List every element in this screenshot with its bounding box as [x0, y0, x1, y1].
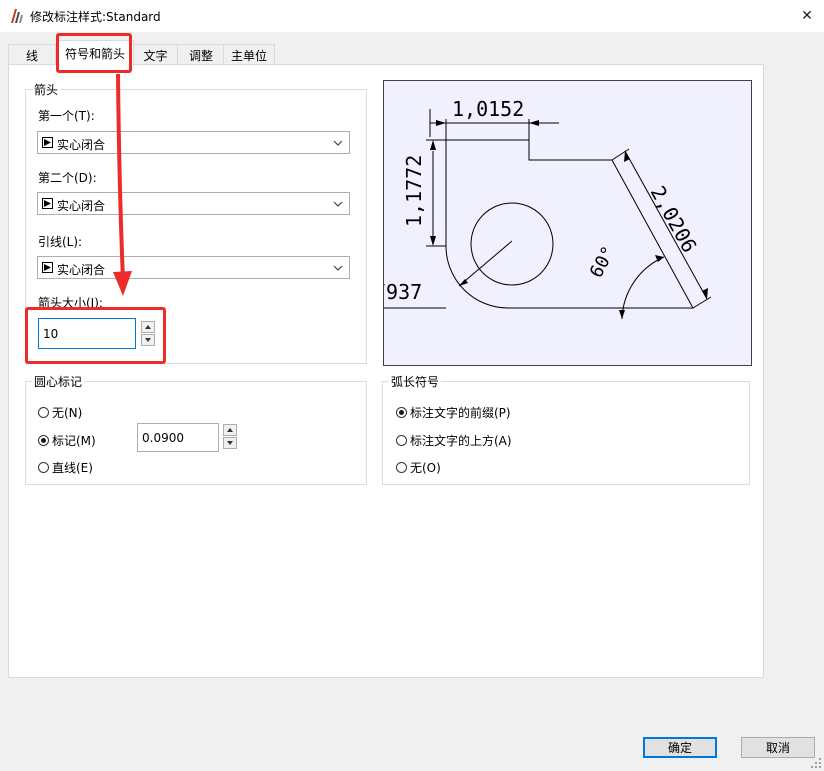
tab-symbols-arrows[interactable]: 符号和箭头	[56, 40, 134, 66]
cancel-button[interactable]: 取消	[741, 737, 815, 758]
center-mark-mark-radio[interactable]: 标记(M)	[38, 432, 96, 449]
first-arrow-select[interactable]: 实心闭合	[37, 131, 350, 154]
radio-indicator	[396, 435, 407, 446]
spin-up-icon	[145, 325, 151, 329]
leader-arrow-value: 实心闭合	[57, 263, 106, 277]
chevron-down-icon	[333, 265, 343, 271]
center-mark-spin-down[interactable]	[223, 437, 237, 449]
tab-label: 线	[25, 48, 38, 63]
leader-arrow-select[interactable]: 实心闭合	[37, 256, 350, 279]
spin-down-icon	[227, 441, 233, 445]
tab-label: 主单位	[230, 48, 267, 63]
close-button[interactable]: ✕	[790, 0, 824, 32]
radio-indicator	[38, 435, 49, 446]
window-title: 修改标注样式:Standard	[30, 10, 161, 24]
dim-radius-text: 7937	[384, 280, 422, 304]
dim-horizontal-text: 1,0152	[452, 97, 524, 121]
arc-none-radio[interactable]: 无(O)	[396, 459, 441, 476]
dim-angle-text: 60°	[586, 243, 620, 282]
tab-label: 调整	[188, 48, 213, 63]
dim-vertical-text: 1,1772	[402, 155, 426, 227]
chevron-down-icon	[333, 201, 343, 207]
tab-lines[interactable]: 线	[8, 44, 56, 65]
center-mark-line-radio[interactable]: 直线(E)	[38, 459, 93, 476]
arrow-size-label: 箭头大小(I):	[38, 296, 103, 310]
radio-indicator	[396, 407, 407, 418]
radio-label: 直线(E)	[52, 461, 93, 475]
radio-label: 无(N)	[52, 406, 83, 420]
radio-label: 标注文字的前缀(P)	[410, 406, 511, 420]
arc-above-radio[interactable]: 标注文字的上方(A)	[396, 432, 512, 449]
group-label: 圆心标记	[32, 373, 85, 390]
first-arrow-value: 实心闭合	[57, 138, 106, 152]
second-arrow-label: 第二个(D):	[38, 171, 97, 185]
group-label: 弧长符号	[389, 373, 442, 390]
button-label: 取消	[765, 741, 790, 755]
filled-arrow-icon	[42, 262, 53, 273]
group-label: 箭头	[32, 81, 61, 98]
radio-indicator	[38, 462, 49, 473]
filled-arrow-icon	[42, 137, 53, 148]
ok-button[interactable]: 确定	[643, 737, 717, 758]
arc-prefix-radio[interactable]: 标注文字的前缀(P)	[396, 404, 511, 421]
close-icon: ✕	[801, 8, 813, 24]
button-label: 确定	[667, 741, 692, 755]
filled-arrow-icon	[42, 198, 53, 209]
radio-label: 标注文字的上方(A)	[410, 434, 512, 448]
preview-drawing: 1,0152 1,1772 2,0206 60° 7937	[384, 97, 712, 320]
resize-grip-icon[interactable]	[810, 757, 822, 769]
tab-text[interactable]: 文字	[132, 44, 179, 65]
dimension-preview: 1,0152 1,1772 2,0206 60° 7937	[383, 80, 752, 366]
second-arrow-select[interactable]: 实心闭合	[37, 192, 350, 215]
arrow-size-input[interactable]	[38, 318, 136, 349]
tab-label: 文字	[143, 48, 168, 63]
spin-down-icon	[145, 338, 151, 342]
center-mark-none-radio[interactable]: 无(N)	[38, 404, 82, 421]
tab-label: 符号和箭头	[64, 47, 125, 61]
spin-up-icon	[227, 428, 233, 432]
app-logo-icon	[11, 9, 23, 23]
arrow-size-spin-up[interactable]	[141, 321, 155, 333]
tab-primary-units[interactable]: 主单位	[223, 44, 275, 65]
chevron-down-icon	[333, 140, 343, 146]
radio-label: 无(O)	[410, 461, 441, 475]
arrow-size-spin-down[interactable]	[141, 334, 155, 346]
radio-label: 标记(M)	[52, 434, 96, 448]
leader-arrow-label: 引线(L):	[38, 235, 83, 249]
tab-fit[interactable]: 调整	[177, 44, 225, 65]
radio-indicator	[38, 407, 49, 418]
first-arrow-label: 第一个(T):	[38, 109, 95, 123]
radio-indicator	[396, 462, 407, 473]
dim-aligned-text: 2,0206	[646, 182, 702, 257]
center-mark-spin-up[interactable]	[223, 424, 237, 436]
center-mark-size-input[interactable]	[137, 423, 219, 452]
second-arrow-value: 实心闭合	[57, 199, 106, 213]
title-bar: 修改标注样式:Standard ✕	[0, 0, 824, 32]
